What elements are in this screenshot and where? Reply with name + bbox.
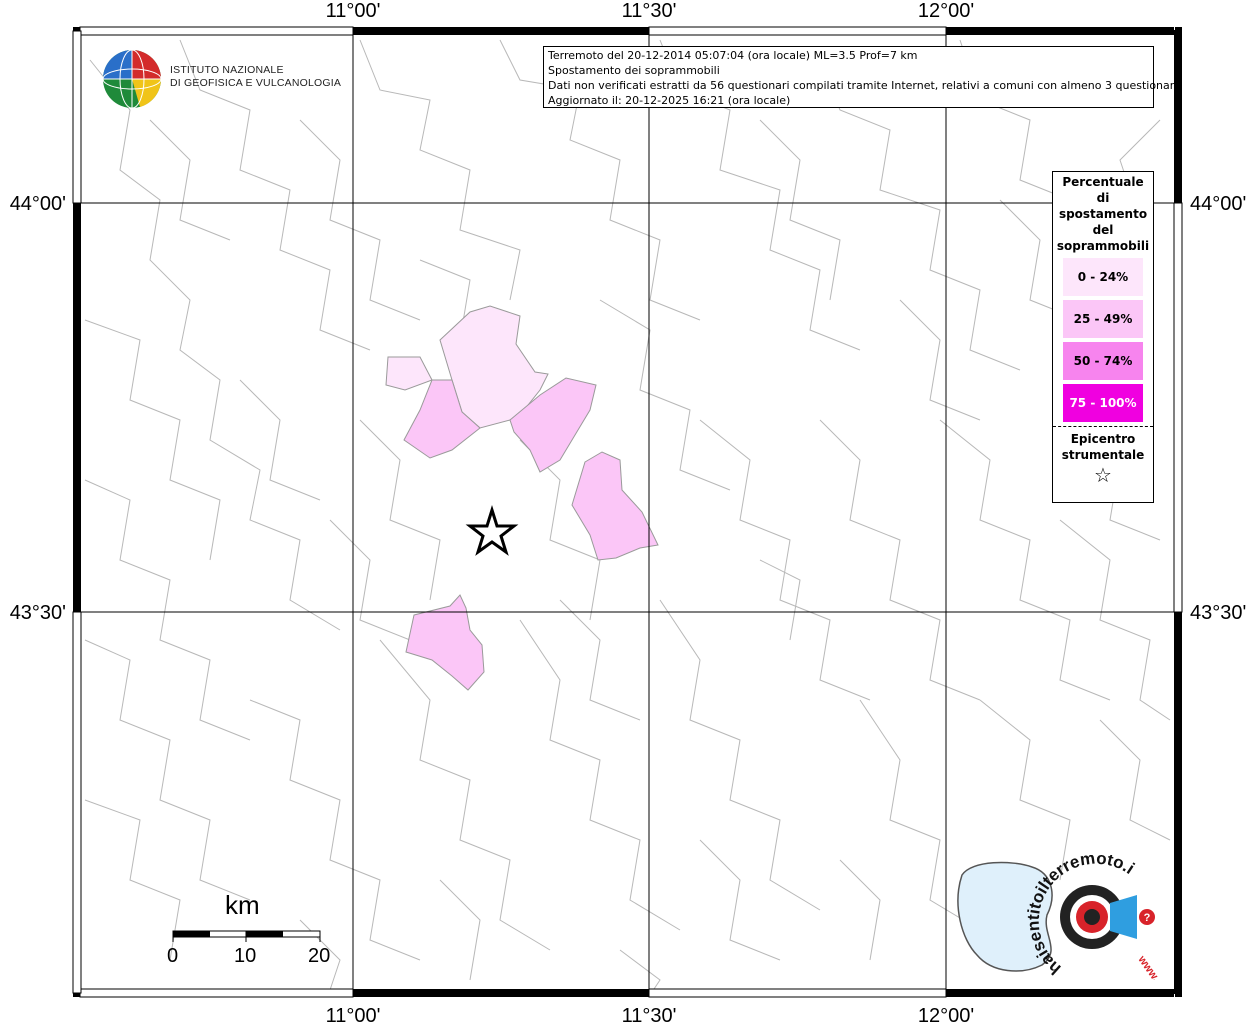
- legend-star-icon: ☆: [1094, 463, 1112, 487]
- legend-title: Percentuale di spostamento del soprammob…: [1053, 174, 1153, 254]
- map-legend: Percentuale di spostamento del soprammob…: [1052, 171, 1154, 503]
- institute-name-line2: DI GEOFISICA E VULCANOLOGIA: [170, 77, 342, 89]
- bottom-tick-label: 11°30': [622, 1005, 677, 1024]
- earthquake-info-box: Terremoto del 20-12-2014 05:07:04 (ora l…: [543, 46, 1181, 108]
- scale-bar: [172, 930, 321, 942]
- municipality-0-24: [385, 356, 433, 391]
- right-tick-label: 43°30': [1190, 602, 1246, 624]
- legend-item-75-100: 75 - 100%: [1063, 384, 1143, 422]
- legend-epicenter-line: strumentale: [1061, 448, 1145, 462]
- legend-epicenter-label: Epicentro strumentale: [1053, 431, 1153, 463]
- scale-label: 20: [308, 945, 331, 967]
- info-line-event: Terremoto del 20-12-2014 05:07:04 (ora l…: [548, 49, 918, 62]
- info-line-data-source: Dati non verificati estratti da 56 quest…: [548, 79, 1181, 92]
- info-line-parameter: Spostamento dei soprammobili: [548, 64, 720, 77]
- legend-item-0-24: 0 - 24%: [1063, 258, 1143, 296]
- municipality-25-49: [571, 451, 659, 561]
- hsit-logo: ? haisentitoilterremoto.it www.: [949, 840, 1167, 984]
- globe-icon: [102, 49, 162, 109]
- right-tick-label: 44°00': [1190, 193, 1246, 215]
- top-tick-label: 11°30': [622, 0, 677, 22]
- svg-text:?: ?: [1144, 912, 1151, 924]
- scale-label: 0: [167, 945, 179, 967]
- affected-municipalities: [385, 305, 659, 691]
- municipality-25-49: [405, 594, 485, 691]
- legend-title-line: di: [1096, 191, 1110, 205]
- institute-name: ISTITUTO NAZIONALE DI GEOFISICA E VULCAN…: [170, 64, 341, 90]
- hsit-logo-prefix: www.: [1135, 953, 1162, 980]
- epicenter-star-icon: [465, 504, 519, 556]
- legend-item-25-49: 25 - 49%: [1063, 300, 1143, 338]
- hsit-logo-graphic: ? haisentitoilterremoto.it www.: [949, 840, 1162, 984]
- scale-unit: km: [225, 890, 260, 920]
- legend-epicenter-line: Epicentro: [1070, 432, 1136, 446]
- legend-divider: [1053, 426, 1153, 427]
- legend-title-line: soprammobili: [1056, 239, 1150, 253]
- legend-title-line: Percentuale: [1062, 175, 1144, 189]
- bottom-tick-label: 11°00': [326, 1005, 381, 1024]
- legend-item-50-74: 50 - 74%: [1063, 342, 1143, 380]
- left-tick-label: 43°30': [10, 602, 66, 624]
- bottom-tick-label: 12°00': [918, 1005, 974, 1024]
- institute-name-line1: ISTITUTO NAZIONALE: [170, 64, 284, 76]
- top-tick-label: 11°00': [326, 0, 381, 22]
- top-tick-label: 12°00': [918, 0, 974, 22]
- legend-title-line: del: [1092, 223, 1114, 237]
- left-tick-label: 44°00': [10, 193, 66, 215]
- legend-title-line: spostamento: [1058, 207, 1148, 221]
- scale-label: 10: [234, 945, 257, 967]
- info-line-updated: Aggiornato il: 20-12-2025 16:21 (ora loc…: [548, 94, 791, 107]
